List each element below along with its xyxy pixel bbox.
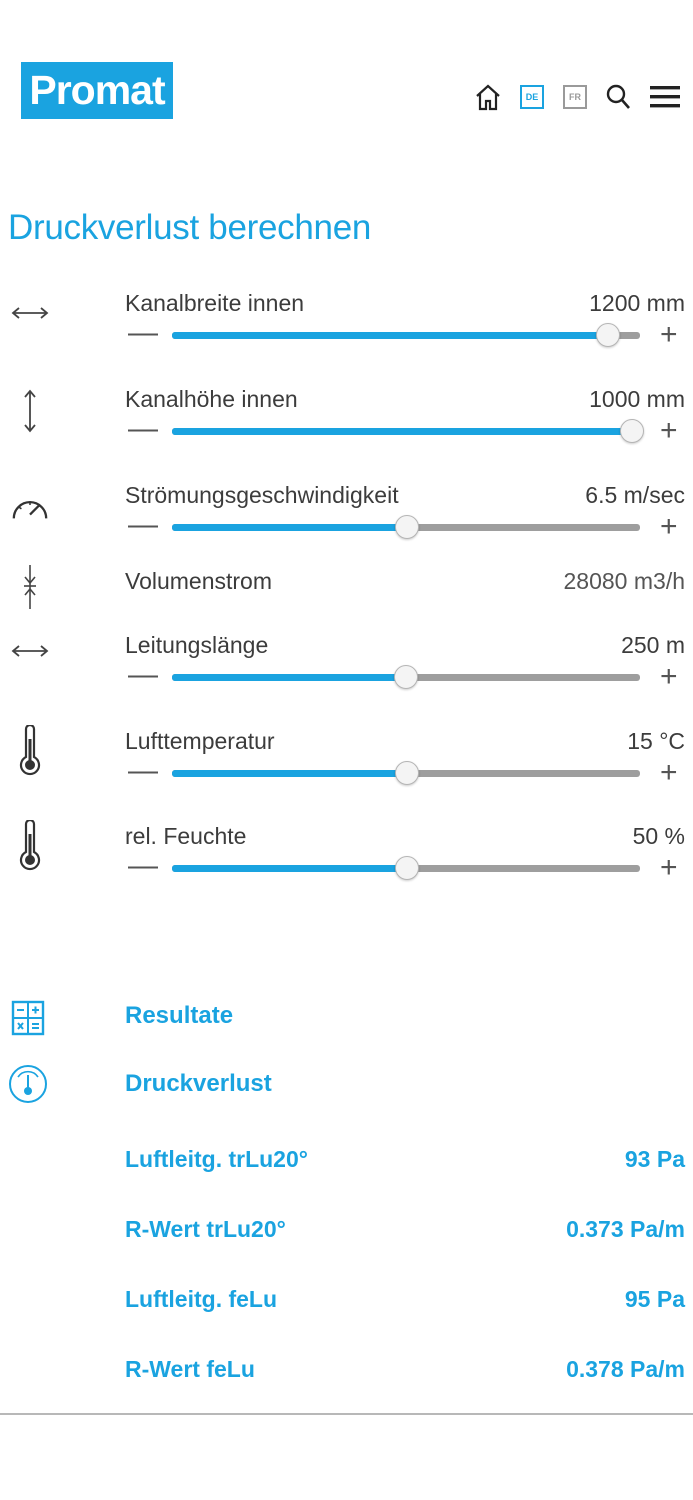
increment-button[interactable]: + bbox=[660, 416, 678, 446]
input-value: 28080 m3/h bbox=[563, 568, 685, 594]
input-value: 50 % bbox=[632, 823, 685, 849]
decrement-button[interactable]: — bbox=[128, 756, 158, 786]
slider-handle[interactable] bbox=[395, 761, 419, 785]
result-label: R-Wert feLu bbox=[125, 1356, 255, 1382]
slider-fill bbox=[172, 332, 608, 339]
language-de-button[interactable]: DE bbox=[518, 80, 546, 114]
result-row: R-Wert feLu 0.378 Pa/m bbox=[0, 1356, 693, 1386]
pressure-gauge-icon bbox=[8, 1064, 48, 1104]
slider-track[interactable] bbox=[172, 665, 640, 689]
input-value: 250 m bbox=[621, 632, 685, 658]
decrement-button[interactable]: — bbox=[128, 851, 158, 881]
input-label: Volumenstrom bbox=[125, 568, 273, 594]
slider-track[interactable] bbox=[172, 419, 644, 443]
bottom-divider bbox=[0, 1413, 693, 1415]
increment-button[interactable]: + bbox=[660, 758, 678, 788]
language-fr-button[interactable]: FR bbox=[561, 80, 589, 114]
width-arrows-icon bbox=[10, 290, 50, 336]
input-label: Leitungslänge bbox=[125, 632, 269, 658]
increment-button[interactable]: + bbox=[660, 853, 678, 883]
input-row-kanalbreite: Kanalbreite innen 1200 mm — + bbox=[0, 290, 693, 360]
result-row: Luftleitg. feLu 95 Pa bbox=[0, 1286, 693, 1316]
length-arrows-icon bbox=[10, 628, 50, 674]
result-value: 0.373 Pa/m bbox=[566, 1216, 685, 1242]
input-row-lufttemperatur: Lufttemperatur 15 °C — + bbox=[0, 725, 693, 798]
input-row-volumenstrom: Volumenstrom 28080 m3/h bbox=[0, 565, 693, 609]
input-label: rel. Feuchte bbox=[125, 823, 247, 849]
page-title: Druckverlust berechnen bbox=[8, 208, 372, 247]
slider-track[interactable] bbox=[172, 323, 640, 347]
result-label: R-Wert trLu20° bbox=[125, 1216, 286, 1242]
input-label: Lufttemperatur bbox=[125, 728, 275, 754]
decrement-button[interactable]: — bbox=[128, 414, 158, 444]
input-row-stroemung: Strömungsgeschwindigkeit 6.5 m/sec — + bbox=[0, 482, 693, 552]
slider-handle[interactable] bbox=[619, 419, 644, 443]
slider-fill bbox=[172, 865, 406, 872]
slider-track[interactable] bbox=[172, 761, 640, 785]
input-value: 1200 mm bbox=[589, 290, 685, 316]
decrement-button[interactable]: — bbox=[128, 660, 158, 690]
home-icon[interactable] bbox=[472, 80, 504, 114]
thermometer-icon bbox=[10, 724, 50, 778]
slider-fill bbox=[172, 770, 406, 777]
decrement-button[interactable]: — bbox=[128, 318, 158, 348]
result-row: R-Wert trLu20° 0.373 Pa/m bbox=[0, 1216, 693, 1246]
height-arrows-icon bbox=[10, 388, 50, 434]
result-row: Luftleitg. trLu20° 93 Pa bbox=[0, 1146, 693, 1176]
result-label: Luftleitg. trLu20° bbox=[125, 1146, 308, 1172]
speedometer-icon bbox=[10, 482, 50, 528]
input-row-leitungslaenge: Leitungslänge 250 m — + bbox=[0, 632, 693, 702]
slider-handle[interactable] bbox=[395, 515, 419, 539]
decrement-button[interactable]: — bbox=[128, 510, 158, 540]
thermometer-icon bbox=[10, 819, 50, 873]
calculator-icon bbox=[8, 998, 48, 1038]
result-label: Luftleitg. feLu bbox=[125, 1286, 278, 1312]
input-label: Kanalhöhe innen bbox=[125, 386, 298, 412]
input-value: 15 °C bbox=[627, 728, 685, 754]
slider-track[interactable] bbox=[172, 515, 640, 539]
input-row-kanalhoehe: Kanalhöhe innen 1000 mm — + bbox=[0, 386, 693, 456]
header: Promat DE FR bbox=[0, 0, 693, 150]
increment-button[interactable]: + bbox=[660, 662, 678, 692]
input-value: 6.5 m/sec bbox=[585, 482, 685, 508]
pressure-loss-heading: Druckverlust bbox=[125, 1070, 272, 1097]
result-value: 95 Pa bbox=[624, 1286, 685, 1312]
slider-handle[interactable] bbox=[596, 323, 621, 347]
input-row-feuchte: rel. Feuchte 50 % — + bbox=[0, 820, 693, 893]
slider-fill bbox=[172, 524, 406, 531]
increment-button[interactable]: + bbox=[660, 512, 678, 542]
input-label: Strömungsgeschwindigkeit bbox=[125, 482, 399, 508]
lang-fr-label: FR bbox=[563, 85, 587, 109]
slider-fill bbox=[172, 674, 405, 681]
flow-arrows-icon bbox=[10, 564, 50, 610]
lang-de-label: DE bbox=[520, 85, 544, 109]
promat-logo[interactable]: Promat bbox=[21, 62, 173, 119]
slider-fill bbox=[172, 428, 631, 435]
increment-button[interactable]: + bbox=[660, 320, 678, 350]
results-heading: Resultate bbox=[125, 1002, 234, 1029]
result-value: 0.378 Pa/m bbox=[566, 1356, 685, 1382]
slider-handle[interactable] bbox=[395, 856, 419, 880]
result-value: 93 Pa bbox=[624, 1146, 685, 1172]
search-icon[interactable] bbox=[603, 80, 633, 114]
slider-handle[interactable] bbox=[393, 665, 418, 689]
menu-icon[interactable] bbox=[648, 80, 682, 114]
slider-track[interactable] bbox=[172, 856, 640, 880]
input-value: 1000 mm bbox=[589, 386, 685, 412]
input-label: Kanalbreite innen bbox=[125, 290, 305, 316]
